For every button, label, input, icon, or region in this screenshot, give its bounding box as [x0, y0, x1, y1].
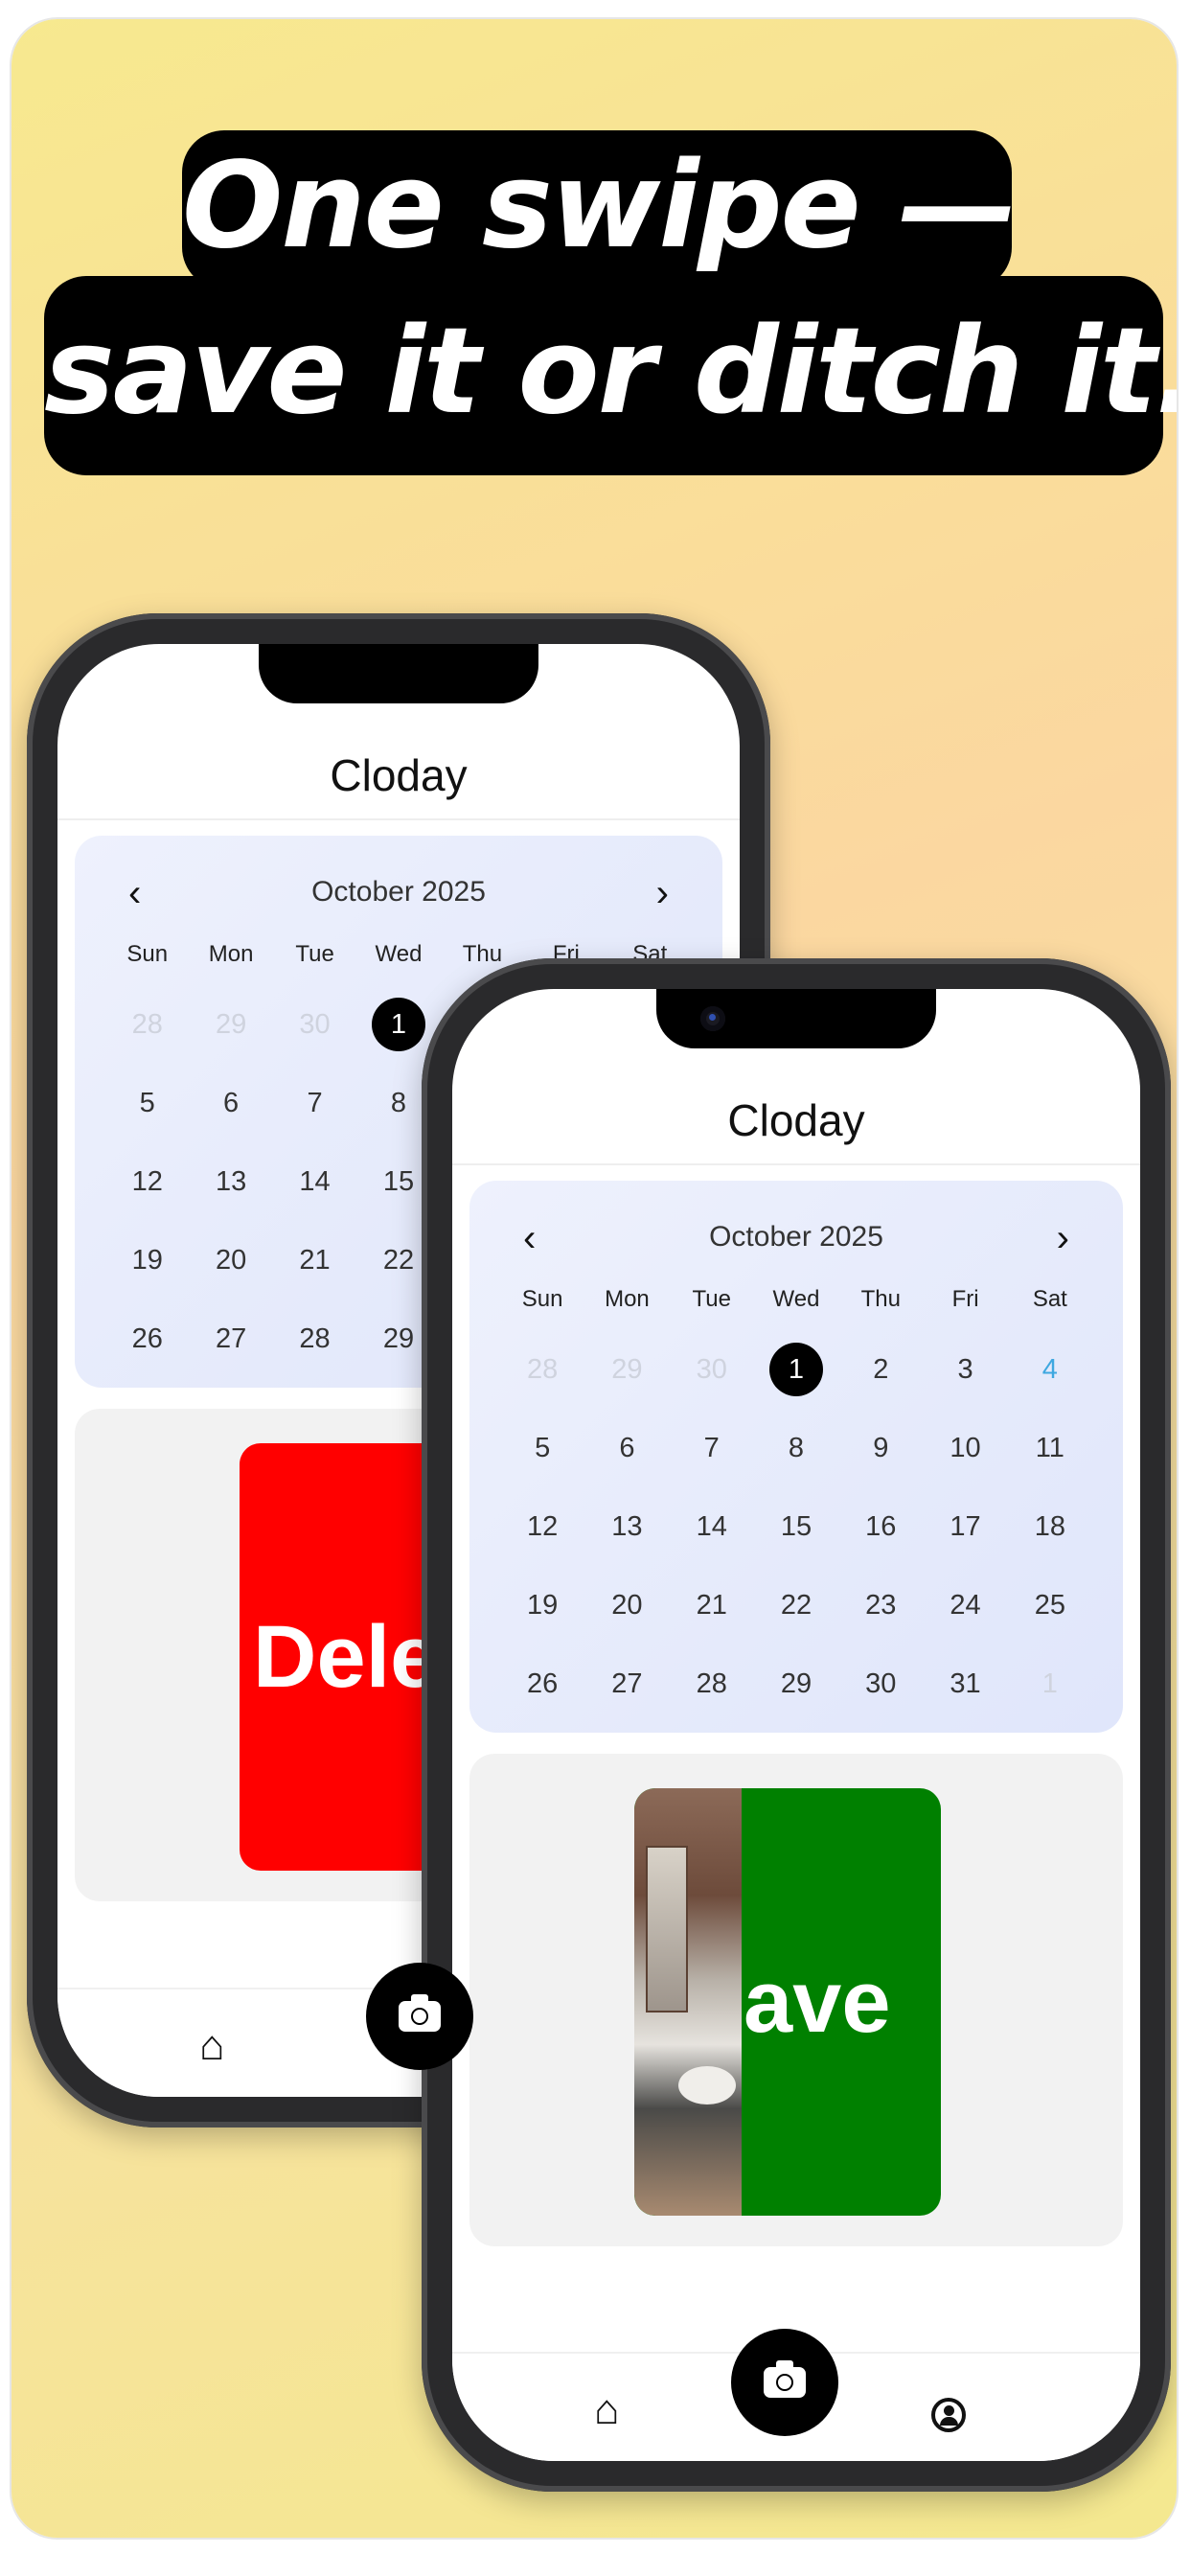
- home-icon[interactable]: ⌂: [594, 2386, 620, 2434]
- home-icon[interactable]: ⌂: [199, 2022, 225, 2070]
- day-cell[interactable]: 16: [838, 1487, 923, 1566]
- day-cell[interactable]: 30: [838, 1644, 923, 1723]
- divider: [57, 818, 740, 820]
- day-cell[interactable]: 14: [273, 1142, 356, 1221]
- day-cell[interactable]: 12: [105, 1142, 189, 1221]
- camera-button[interactable]: [366, 1963, 473, 2070]
- weekday-label: Mon: [208, 941, 254, 967]
- day-cell[interactable]: 1: [1008, 1644, 1092, 1723]
- day-cell[interactable]: 30: [670, 1330, 754, 1409]
- day-cell[interactable]: 27: [189, 1300, 272, 1378]
- weekday-header: Sun Mon Tue Wed Thu Fri Sat: [500, 1286, 1092, 1313]
- day-cell[interactable]: 25: [1008, 1566, 1092, 1644]
- weekday-label: Wed: [772, 1286, 820, 1312]
- day-cell[interactable]: 30: [273, 985, 356, 1064]
- day-cell[interactable]: 26: [105, 1300, 189, 1378]
- day-cell[interactable]: 24: [923, 1566, 1007, 1644]
- save-label: ave: [744, 1952, 891, 2051]
- weekday-label: Mon: [605, 1286, 650, 1312]
- day-cell-highlight[interactable]: 4: [1008, 1330, 1092, 1409]
- swipe-area: ave: [469, 1754, 1123, 2246]
- day-cell[interactable]: 21: [670, 1566, 754, 1644]
- notch: [656, 989, 936, 1048]
- day-cell[interactable]: 20: [189, 1221, 272, 1300]
- day-cell[interactable]: 6: [189, 1064, 272, 1142]
- day-cell[interactable]: 6: [584, 1409, 669, 1487]
- camera-button[interactable]: [731, 2329, 838, 2436]
- day-cell[interactable]: 13: [584, 1487, 669, 1566]
- headline-line-2: save it or ditch it.: [44, 276, 1177, 475]
- day-cell[interactable]: 10: [923, 1409, 1007, 1487]
- app-title: Cloday: [330, 750, 468, 800]
- weekday-label: Sun: [521, 1286, 563, 1312]
- promo-canvas: One swipe — save it or ditch it. Cloday …: [11, 19, 1177, 2538]
- weekday-label: Fri: [951, 1286, 979, 1312]
- day-cell[interactable]: 28: [500, 1330, 584, 1409]
- day-cell[interactable]: 29: [584, 1330, 669, 1409]
- day-cell[interactable]: 29: [189, 985, 272, 1064]
- headline-line-1: One swipe —: [182, 130, 1018, 289]
- day-cell[interactable]: 7: [273, 1064, 356, 1142]
- day-cell[interactable]: 12: [500, 1487, 584, 1566]
- day-cell[interactable]: 11: [1008, 1409, 1092, 1487]
- day-cell[interactable]: 13: [189, 1142, 272, 1221]
- day-cell[interactable]: 18: [1008, 1487, 1092, 1566]
- weekday-label: Wed: [375, 941, 423, 967]
- day-cell[interactable]: 3: [923, 1330, 1007, 1409]
- calendar: ‹ October 2025 › Sun Mon Tue Wed Thu Fri…: [469, 1181, 1123, 1733]
- day-cell[interactable]: 26: [500, 1644, 584, 1723]
- weekday-label: Sat: [1032, 1286, 1067, 1312]
- day-cell[interactable]: 19: [500, 1566, 584, 1644]
- weekday-label: Sun: [126, 941, 169, 967]
- day-grid: 28 29 30 1 2 3 4 5 6 7 8 9 10 11 12 13 1: [500, 1330, 1092, 1723]
- day-cell[interactable]: 20: [584, 1566, 669, 1644]
- day-cell[interactable]: 5: [500, 1409, 584, 1487]
- day-cell-selected[interactable]: 1: [754, 1330, 838, 1409]
- month-label: October 2025: [709, 1221, 883, 1253]
- day-cell[interactable]: 17: [923, 1487, 1007, 1566]
- weekday-label: Tue: [692, 1286, 731, 1312]
- app-title: Cloday: [727, 1095, 865, 1145]
- day-cell[interactable]: 8: [754, 1409, 838, 1487]
- weekday-label: Tue: [295, 941, 334, 967]
- day-cell[interactable]: 28: [670, 1644, 754, 1723]
- weekday-label: Thu: [860, 1286, 901, 1312]
- day-cell[interactable]: 29: [754, 1644, 838, 1723]
- day-cell[interactable]: 21: [273, 1221, 356, 1300]
- chevron-right-icon[interactable]: ›: [1057, 1219, 1069, 1257]
- front-camera: [700, 1006, 725, 1031]
- day-cell[interactable]: 22: [754, 1566, 838, 1644]
- month-label: October 2025: [311, 876, 486, 908]
- day-cell[interactable]: 9: [838, 1409, 923, 1487]
- front-phone: Cloday ‹ October 2025 › Sun Mon Tue Wed …: [422, 958, 1171, 2492]
- camera-icon: [399, 1994, 441, 2032]
- front-phone-screen: Cloday ‹ October 2025 › Sun Mon Tue Wed …: [452, 989, 1140, 2461]
- notch: [259, 644, 538, 703]
- day-cell[interactable]: 27: [584, 1644, 669, 1723]
- chevron-right-icon[interactable]: ›: [656, 874, 669, 912]
- day-cell[interactable]: 5: [105, 1064, 189, 1142]
- camera-icon: [764, 2360, 806, 2398]
- divider: [452, 1163, 1140, 1165]
- day-cell[interactable]: 28: [273, 1300, 356, 1378]
- day-cell[interactable]: 7: [670, 1409, 754, 1487]
- day-cell[interactable]: 19: [105, 1221, 189, 1300]
- profile-icon[interactable]: [931, 2398, 966, 2432]
- day-cell[interactable]: 31: [923, 1644, 1007, 1723]
- day-cell[interactable]: 28: [105, 985, 189, 1064]
- day-cell[interactable]: 23: [838, 1566, 923, 1644]
- day-cell[interactable]: 14: [670, 1487, 754, 1566]
- day-cell[interactable]: 15: [754, 1487, 838, 1566]
- swipe-card-save[interactable]: ave: [634, 1788, 941, 2216]
- day-cell[interactable]: 2: [838, 1330, 923, 1409]
